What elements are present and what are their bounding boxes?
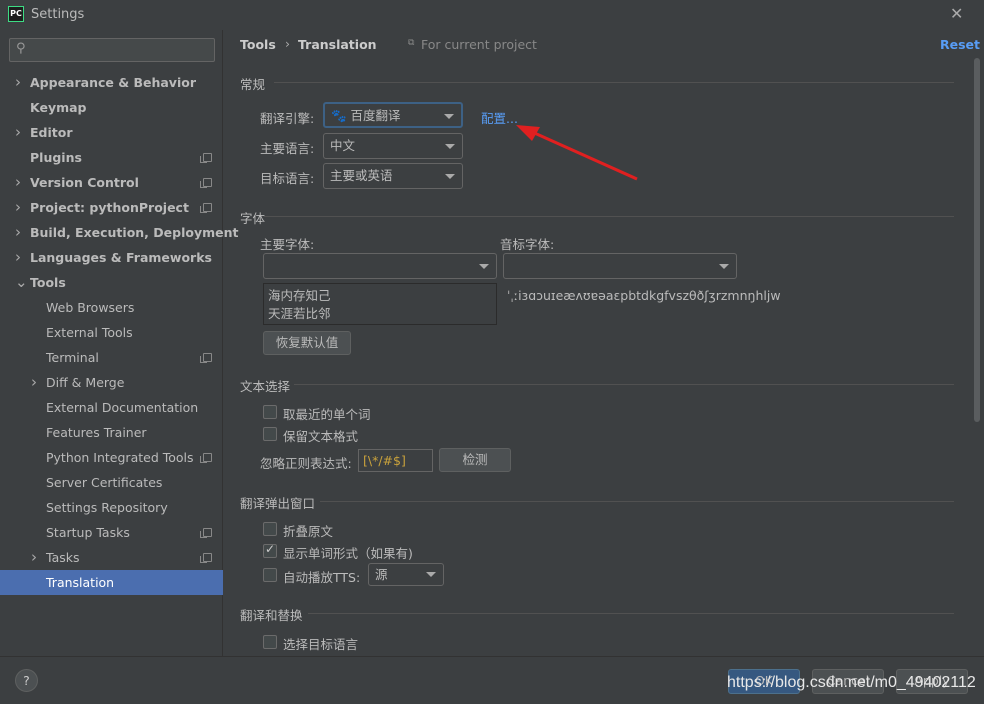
- help-button[interactable]: ?: [15, 669, 38, 692]
- dialog-footer: ? OK Cancel Apply https://blog.csdn.net/…: [0, 656, 984, 704]
- watermark: https://blog.csdn.net/m0_49402112: [727, 674, 976, 691]
- annotation-arrow-icon: [516, 125, 638, 181]
